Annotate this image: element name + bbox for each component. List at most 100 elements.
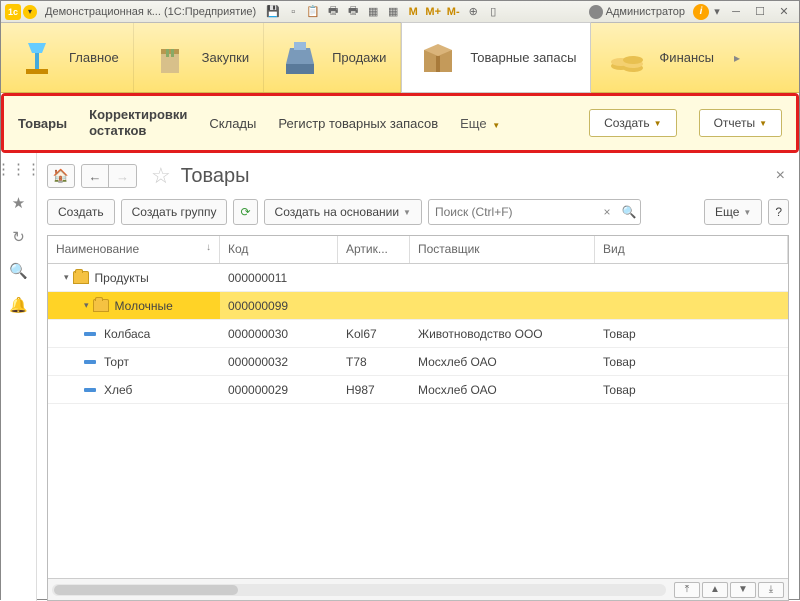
- minimize-button[interactable]: ─: [725, 4, 747, 20]
- row-supplier: [410, 292, 595, 319]
- page-close-button[interactable]: ×: [772, 163, 789, 189]
- create-based-button[interactable]: Создать на основании▼: [264, 199, 422, 225]
- table-row[interactable]: ▾ Молочные 000000099: [48, 292, 788, 320]
- subnav-register[interactable]: Регистр товарных запасов: [278, 116, 438, 131]
- col-article[interactable]: Артик...: [338, 236, 410, 263]
- create-button[interactable]: Создать: [47, 199, 115, 225]
- maximize-button[interactable]: ☐: [749, 4, 771, 20]
- back-button[interactable]: ←: [81, 164, 109, 188]
- row-article: T78: [338, 348, 410, 375]
- m-minus-button[interactable]: M-: [444, 4, 462, 20]
- sidebar-history-icon[interactable]: ↻: [9, 227, 29, 247]
- row-name: Торт: [104, 355, 129, 369]
- calendar-icon[interactable]: ▦: [384, 4, 402, 20]
- sidebar-bell-icon[interactable]: 🔔: [9, 295, 29, 315]
- print-icon[interactable]: 🖶: [324, 4, 342, 20]
- subnav-create-button[interactable]: Создать▼: [589, 109, 677, 137]
- scroll-bottom-button[interactable]: ⤓: [758, 582, 784, 598]
- page-title: Товары: [181, 165, 250, 188]
- clipboard-icon[interactable]: 📋: [304, 4, 322, 20]
- subnav-corrections[interactable]: Корректировкиостатков: [89, 107, 187, 138]
- new-doc-icon[interactable]: ▫: [284, 4, 302, 20]
- nav-inventory[interactable]: Товарные запасы: [401, 22, 591, 93]
- scroll-top-button[interactable]: ⤒: [674, 582, 700, 598]
- col-supplier[interactable]: Поставщик: [410, 236, 595, 263]
- subnav-goods[interactable]: Товары: [18, 116, 67, 131]
- search-clear-icon[interactable]: ×: [596, 205, 618, 219]
- m-plus-button[interactable]: M+: [424, 4, 442, 20]
- window-list-icon[interactable]: ▯: [484, 4, 502, 20]
- h-scrollbar[interactable]: [52, 584, 666, 596]
- subnav: Товары Корректировкиостатков Склады Реги…: [4, 96, 796, 150]
- calculator-icon[interactable]: ▦: [364, 4, 382, 20]
- scroll-up-button[interactable]: ▲: [702, 582, 728, 598]
- favorite-star-icon[interactable]: ☆: [151, 163, 171, 189]
- sidebar-search-icon[interactable]: 🔍: [9, 261, 29, 281]
- refresh-button[interactable]: ⟳: [233, 199, 257, 225]
- user-name: Администратор: [606, 6, 685, 18]
- row-code: 000000011: [220, 264, 338, 291]
- table-row[interactable]: Колбаса000000030Kol67Животноводство ОООТ…: [48, 320, 788, 348]
- bag-icon: [148, 36, 192, 80]
- row-name: Продукты: [95, 271, 149, 285]
- item-icon: [84, 388, 96, 392]
- nav-purchases[interactable]: Закупки: [134, 23, 264, 92]
- forward-button[interactable]: →: [109, 164, 137, 188]
- nav-main[interactable]: Главное: [1, 23, 134, 92]
- table-row[interactable]: Торт000000032T78Мосхлеб ОАОТовар: [48, 348, 788, 376]
- table-row[interactable]: ▾ Продукты 000000011: [48, 264, 788, 292]
- subnav-warehouses[interactable]: Склады: [209, 116, 256, 131]
- info-dropdown[interactable]: ▾: [711, 4, 723, 20]
- row-code: 000000099: [220, 292, 338, 319]
- nav-purchases-label: Закупки: [202, 50, 249, 65]
- nav-sales-label: Продажи: [332, 50, 386, 65]
- expand-icon[interactable]: ▾: [64, 272, 69, 283]
- subnav-more[interactable]: Еще ▼: [460, 116, 500, 131]
- nav-main-label: Главное: [69, 50, 119, 65]
- row-article: [338, 264, 410, 291]
- row-supplier: Животноводство ООО: [410, 320, 595, 347]
- scroll-down-button[interactable]: ▼: [730, 582, 756, 598]
- home-button[interactable]: 🏠: [47, 164, 75, 188]
- save-icon[interactable]: 💾: [264, 4, 282, 20]
- search-box[interactable]: × 🔍: [428, 199, 641, 225]
- row-kind: [595, 292, 788, 319]
- row-kind: [595, 264, 788, 291]
- sidebar-menu-icon[interactable]: ⋮⋮⋮: [9, 159, 29, 179]
- col-kind[interactable]: Вид: [595, 236, 788, 263]
- help-button[interactable]: ?: [768, 199, 789, 225]
- table-row[interactable]: Хлеб000000029H987Мосхлеб ОАОТовар: [48, 376, 788, 404]
- m-button[interactable]: M: [404, 4, 422, 20]
- nav-more-arrow[interactable]: ▸: [728, 23, 746, 92]
- table-header: Наименование↓ Код Артик... Поставщик Вид: [48, 236, 788, 264]
- search-input[interactable]: [429, 205, 596, 219]
- row-code: 000000030: [220, 320, 338, 347]
- cashregister-icon: [278, 36, 322, 80]
- row-supplier: Мосхлеб ОАО: [410, 376, 595, 403]
- expand-icon[interactable]: ▾: [84, 300, 89, 311]
- row-supplier: Мосхлеб ОАО: [410, 348, 595, 375]
- sidebar-star-icon[interactable]: ★: [9, 193, 29, 213]
- table-footer: ⤒ ▲ ▼ ⤓: [48, 578, 788, 600]
- col-name[interactable]: Наименование↓: [48, 236, 220, 263]
- item-icon: [84, 332, 96, 336]
- more-button[interactable]: Еще▼: [704, 199, 762, 225]
- create-group-button[interactable]: Создать группу: [121, 199, 228, 225]
- row-kind: Товар: [595, 376, 788, 403]
- subnav-reports-button[interactable]: Отчеты▼: [699, 109, 782, 137]
- user-badge[interactable]: Администратор: [589, 5, 685, 19]
- search-icon[interactable]: 🔍: [618, 205, 640, 219]
- row-kind: Товар: [595, 348, 788, 375]
- nav-finance[interactable]: Финансы: [591, 23, 728, 92]
- row-name: Хлеб: [104, 383, 132, 397]
- zoom-icon[interactable]: ⊕: [464, 4, 482, 20]
- app-menu-dropdown[interactable]: ▾: [23, 5, 37, 19]
- col-code[interactable]: Код: [220, 236, 338, 263]
- print-preview-icon[interactable]: 🖶: [344, 4, 362, 20]
- row-name: Молочные: [115, 299, 173, 313]
- nav-sales[interactable]: Продажи: [264, 23, 401, 92]
- user-icon: [589, 5, 603, 19]
- close-window-button[interactable]: ✕: [773, 4, 795, 20]
- row-kind: Товар: [595, 320, 788, 347]
- info-icon[interactable]: i: [693, 4, 709, 20]
